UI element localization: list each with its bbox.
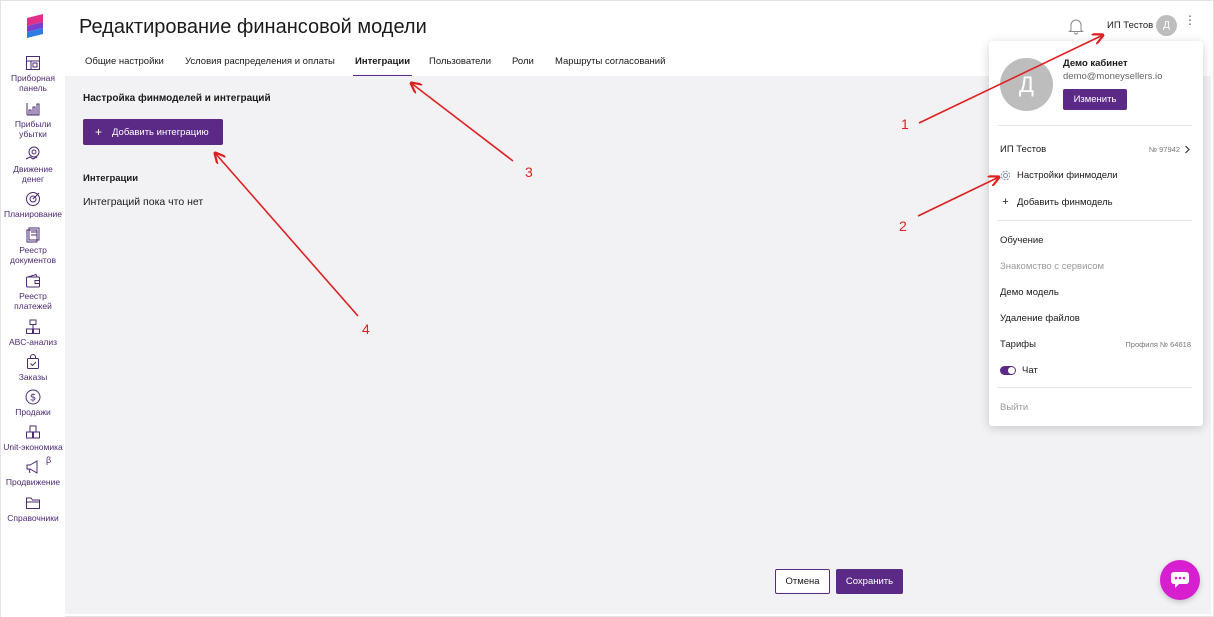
- svg-text:$: $: [30, 393, 36, 404]
- add-finmodel-item[interactable]: + Добавить финмодель: [1000, 196, 1113, 208]
- sidebar-item-label: Заказы: [18, 372, 48, 382]
- sidebar-item-label: Реестр платежей: [14, 291, 52, 311]
- sidebar-item-sales[interactable]: $ Продажи: [1, 389, 65, 417]
- company-name: Демо кабинет: [1063, 58, 1128, 69]
- logo-icon[interactable]: [23, 14, 45, 38]
- chat-label: Чат: [1022, 365, 1038, 376]
- chevron-right-icon: [1185, 145, 1190, 154]
- sidebar-item-planning[interactable]: Планирование: [1, 191, 65, 219]
- target-icon: [26, 192, 40, 206]
- wallet-icon: [26, 273, 40, 288]
- divider: [997, 387, 1192, 388]
- dollar-icon: $: [25, 389, 41, 405]
- page-title: Редактирование финансовой модели: [79, 16, 427, 38]
- bell-icon[interactable]: [1067, 17, 1085, 35]
- chart-icon: [26, 103, 40, 116]
- add-integration-label: Добавить интеграцию: [112, 126, 209, 138]
- add-finmodel-label: Добавить финмодель: [1017, 196, 1113, 208]
- demo-model-item[interactable]: Демо модель: [1000, 287, 1059, 298]
- tab-users[interactable]: Пользователи: [429, 56, 491, 77]
- more-vertical-icon[interactable]: ⋮: [1184, 14, 1196, 26]
- annotation-label-3: 3: [525, 164, 533, 180]
- annotation-label-1: 1: [901, 116, 909, 132]
- add-integration-button[interactable]: + Добавить интеграцию: [83, 119, 223, 145]
- org-number-group[interactable]: № 97942: [1149, 145, 1191, 154]
- boxes-icon: [26, 425, 40, 439]
- sidebar-item-label: Прибыли убытки: [14, 119, 52, 139]
- bag-icon: [27, 354, 39, 369]
- sidebar-item-label: ABC-анализ: [8, 337, 58, 347]
- org-number: № 97942: [1149, 145, 1180, 154]
- sidebar-item-label: Продвижение: [5, 477, 61, 487]
- sidebar-item-label: Справочники: [7, 513, 59, 523]
- sidebar-item-label: Продажи: [15, 407, 51, 417]
- documents-icon: [26, 227, 40, 243]
- cancel-button[interactable]: Отмена: [775, 569, 830, 594]
- org-name: ИП Тестов: [1000, 144, 1047, 155]
- sidebar-item-promotion[interactable]: β Продвижение: [1, 455, 65, 487]
- beta-badge: β: [46, 455, 52, 465]
- save-button[interactable]: Сохранить: [836, 569, 903, 594]
- gear-icon: [1000, 170, 1011, 181]
- tab-distribution-terms[interactable]: Условия распределения и оплаты: [185, 56, 335, 77]
- plus-icon: +: [1002, 196, 1009, 208]
- change-button[interactable]: Изменить: [1063, 89, 1127, 110]
- training-item[interactable]: Обучение: [1000, 235, 1043, 246]
- sidebar-item-label: Планирование: [3, 209, 62, 219]
- plus-icon: +: [95, 125, 103, 139]
- sidebar-item-profit[interactable]: Прибыли убытки: [1, 101, 65, 139]
- sidebar-item-documents[interactable]: Реестр документов: [1, 227, 65, 265]
- chat-button[interactable]: [1160, 560, 1200, 600]
- money-flow-icon: [25, 146, 40, 160]
- sidebar-item-label: Реестр документов: [10, 245, 56, 265]
- integrations-empty-text: Интеграций пока что нет: [83, 196, 204, 208]
- avatar[interactable]: Д: [1156, 15, 1177, 36]
- sidebar-item-label: Движение денег: [13, 164, 53, 184]
- chat-toggle-item[interactable]: Чат: [1000, 365, 1038, 376]
- integrations-heading: Интеграции: [83, 173, 139, 184]
- dashboard-icon: [26, 56, 40, 70]
- profile-number: Профиля № 64618: [1125, 340, 1191, 349]
- sidebar-item-label: Приборная панель: [11, 73, 55, 93]
- tab-approval-routes[interactable]: Маршруты согласований: [555, 56, 665, 77]
- section-title: Настройка финмоделей и интеграций: [83, 93, 271, 104]
- divider: [997, 125, 1192, 126]
- app-window: Приборная панель Прибыли убытки Движение…: [0, 0, 1214, 617]
- sidebar-item-orders[interactable]: Заказы: [1, 354, 65, 382]
- annotation-label-2: 2: [899, 218, 907, 234]
- logout-item[interactable]: Выйти: [1000, 402, 1028, 413]
- chat-bubble-icon: [1171, 572, 1189, 588]
- annotation-label-4: 4: [362, 321, 370, 337]
- dropdown-avatar: Д: [1000, 58, 1053, 111]
- org-item[interactable]: ИП Тестов: [1000, 144, 1046, 155]
- tab-roles[interactable]: Роли: [512, 56, 534, 77]
- sidebar-item-cashflow[interactable]: Движение денег: [1, 146, 65, 184]
- sidebar-item-unit-economics[interactable]: Unit-экономика: [1, 424, 65, 452]
- tab-integrations[interactable]: Интеграции: [352, 56, 413, 77]
- finmodel-settings-item[interactable]: Настройки финмодели: [1000, 170, 1118, 181]
- sidebar-item-directories[interactable]: Справочники: [1, 495, 65, 523]
- abc-icon: [26, 319, 40, 334]
- delete-files-item[interactable]: Удаление файлов: [1000, 313, 1080, 324]
- sidebar-item-label: Unit-экономика: [3, 442, 63, 452]
- tab-general-settings[interactable]: Общие настройки: [85, 56, 164, 77]
- intro-item[interactable]: Знакомство с сервисом: [1000, 261, 1104, 272]
- sidebar-item-abc[interactable]: ABC-анализ: [1, 319, 65, 347]
- sidebar-item-payments[interactable]: Реестр платежей: [1, 273, 65, 311]
- divider: [997, 220, 1192, 221]
- tariffs-item[interactable]: Тарифы: [1000, 339, 1036, 350]
- megaphone-icon: [26, 460, 38, 474]
- folder-icon: [26, 497, 40, 509]
- sidebar-item-dashboard[interactable]: Приборная панель: [1, 55, 65, 93]
- user-menu-name[interactable]: ИП Тестов: [1107, 20, 1153, 31]
- user-email: demo@moneysellers.io: [1063, 71, 1163, 82]
- finmodel-settings-label: Настройки финмодели: [1017, 170, 1118, 181]
- sidebar: Приборная панель Прибыли убытки Движение…: [1, 1, 65, 617]
- user-dropdown-menu: Д Демо кабинет demo@moneysellers.io Изме…: [989, 41, 1203, 426]
- chat-toggle[interactable]: [1000, 366, 1016, 375]
